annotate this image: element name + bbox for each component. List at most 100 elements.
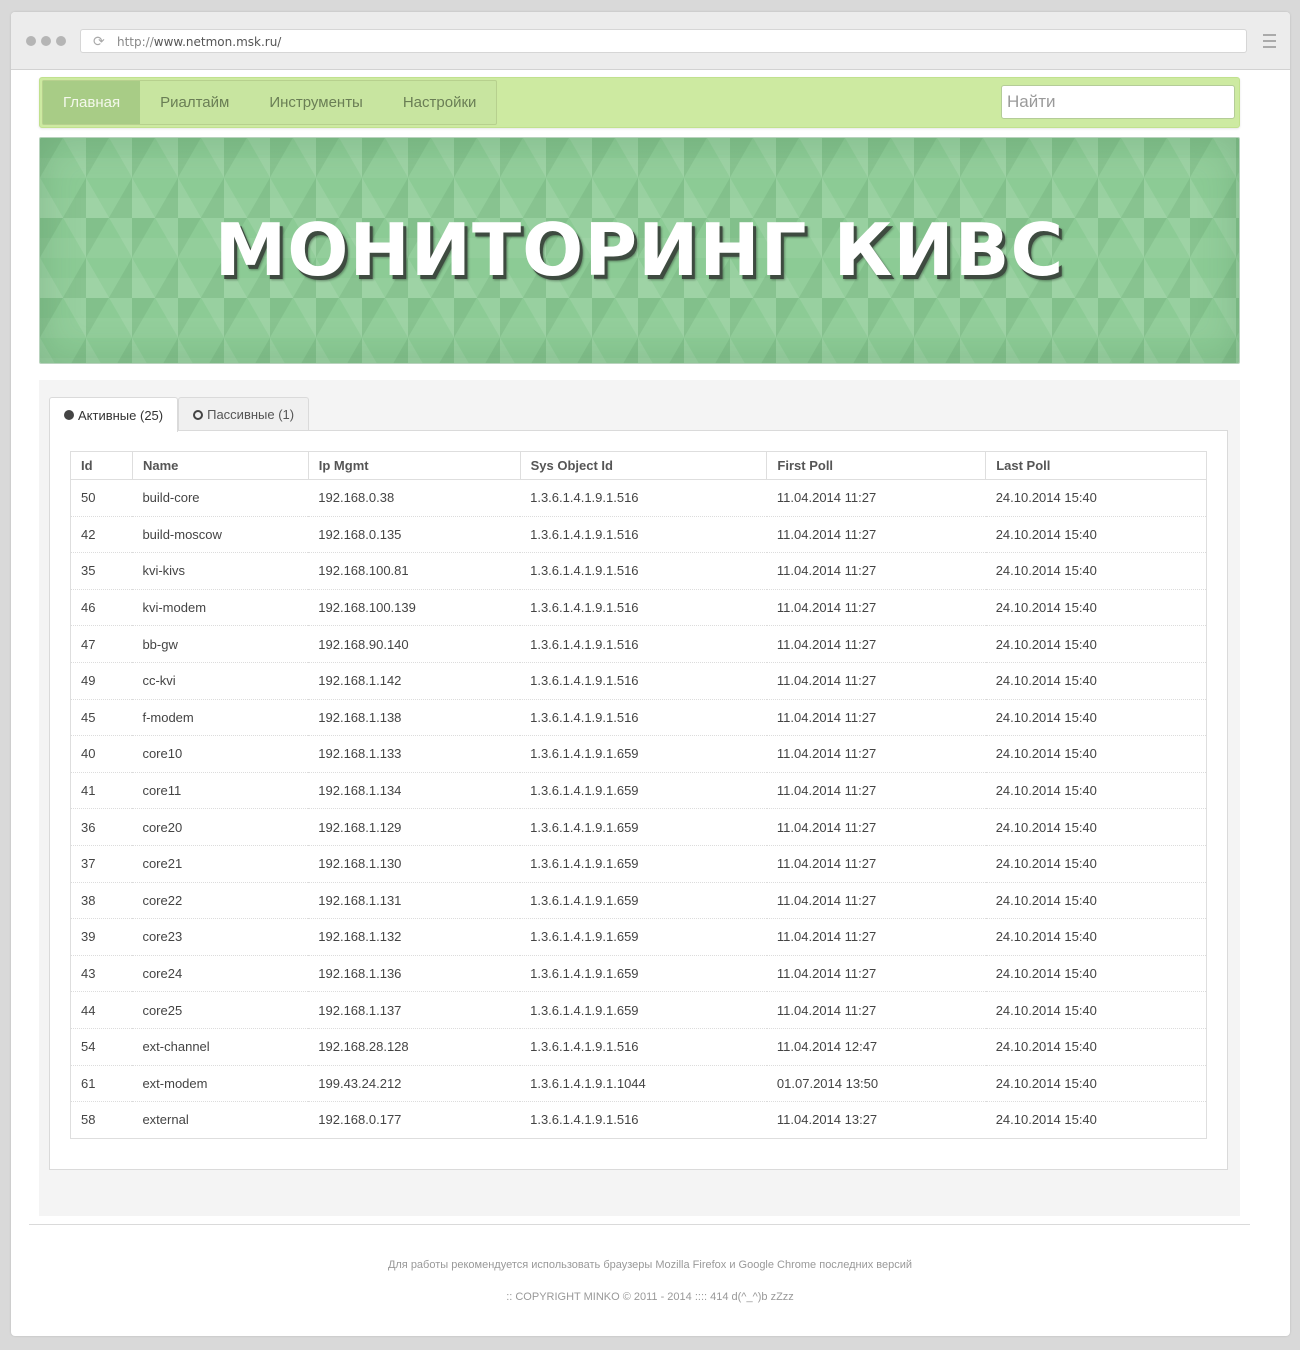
- table-row[interactable]: 40 core10 192.168.1.133 1.3.6.1.4.1.9.1.659…: [70, 735, 1207, 773]
- table-cell: 192.168.1.129: [308, 808, 521, 846]
- table-cell: ext-modem: [132, 1065, 309, 1103]
- table-row[interactable]: 47 bb-gw 192.168.90.140 1.3.6.1.4.1.9.1.516…: [70, 625, 1207, 663]
- table-cell: 11.04.2014 13:27: [766, 1101, 986, 1139]
- table-cell: 11.04.2014 12:47: [766, 1028, 986, 1066]
- table-cell: 24.10.2014 15:40: [985, 918, 1207, 956]
- table-row[interactable]: 45 f-modem 192.168.1.138 1.3.6.1.4.1.9.1.51…: [70, 699, 1207, 737]
- table-cell: 192.168.1.136: [308, 955, 521, 993]
- table-cell: 192.168.1.133: [308, 735, 521, 773]
- nav-item-home[interactable]: Главная: [43, 81, 141, 124]
- table-cell: 24.10.2014 15:40: [985, 552, 1207, 590]
- column-header[interactable]: Last Poll: [985, 451, 1207, 480]
- table-cell: 50: [70, 479, 133, 517]
- table-cell: build-moscow: [132, 516, 309, 554]
- table-cell: 24.10.2014 15:40: [985, 479, 1207, 517]
- nav-item-settings[interactable]: Настройки: [383, 81, 497, 124]
- table-cell: 192.168.100.139: [308, 589, 521, 627]
- table-cell: f-modem: [132, 699, 309, 737]
- table-cell: 1.3.6.1.4.1.9.1.516: [520, 552, 767, 590]
- nav-menu: Главная Риалтайм Инструменты Настройки: [42, 80, 498, 125]
- table-row[interactable]: 39 core23 192.168.1.132 1.3.6.1.4.1.9.1.659…: [70, 918, 1207, 956]
- table-cell: 24.10.2014 15:40: [985, 882, 1207, 920]
- table-row[interactable]: 50 build-core 192.168.0.38 1.3.6.1.4.1.9.1.…: [70, 479, 1207, 517]
- table-cell: 44: [70, 991, 133, 1029]
- nav-item-tools[interactable]: Инструменты: [249, 81, 383, 124]
- table-cell: 1.3.6.1.4.1.9.1.659: [520, 772, 767, 810]
- tab-active-devices[interactable]: Активные (25): [49, 397, 179, 432]
- browser-menu-icon[interactable]: [1263, 34, 1276, 48]
- table-row[interactable]: 44 core25 192.168.1.137 1.3.6.1.4.1.9.1.659…: [70, 991, 1207, 1029]
- table-row[interactable]: 42 build-moscow 192.168.0.135 1.3.6.1.4.1.9…: [70, 516, 1207, 554]
- banner-title: МОНИТОРИНГ КИВС: [214, 208, 1065, 292]
- table-cell: 42: [70, 516, 133, 554]
- table-row[interactable]: 54 ext-channel 192.168.28.128 1.3.6.1.4.1.9…: [70, 1028, 1207, 1066]
- table-cell: 11.04.2014 11:27: [766, 918, 986, 956]
- table-cell: 11.04.2014 11:27: [766, 882, 986, 920]
- table-cell: 36: [70, 808, 133, 846]
- table-cell: 192.168.28.128: [308, 1028, 521, 1066]
- table-cell: 24.10.2014 15:40: [985, 1101, 1207, 1139]
- top-navbar: Главная Риалтайм Инструменты Настройки: [39, 77, 1240, 128]
- table-cell: 11.04.2014 11:27: [766, 516, 986, 554]
- footer-divider: [29, 1224, 1250, 1225]
- table-cell: build-core: [132, 479, 309, 517]
- table-row[interactable]: 36 core20 192.168.1.129 1.3.6.1.4.1.9.1.659…: [70, 808, 1207, 846]
- table-cell: cc-kvi: [132, 662, 309, 700]
- column-header[interactable]: Name: [131, 451, 309, 480]
- table-cell: 1.3.6.1.4.1.9.1.659: [520, 955, 767, 993]
- table-cell: 192.168.0.38: [308, 479, 521, 517]
- tab-panel: Id Name Ip Mgmt Sys Object Id First Poll Last…: [49, 430, 1228, 1170]
- table-row[interactable]: 49 cc-kvi 192.168.1.142 1.3.6.1.4.1.9.1.516…: [70, 662, 1207, 700]
- column-header[interactable]: Sys Object Id: [519, 451, 768, 480]
- table-header-row: Id Name Ip Mgmt Sys Object Id First Poll Last…: [70, 451, 1207, 480]
- address-bar[interactable]: ⟳ http://www.netmon.msk.ru/: [80, 29, 1247, 53]
- table-cell: 1.3.6.1.4.1.9.1.516: [520, 699, 767, 737]
- table-cell: 11.04.2014 11:27: [766, 772, 986, 810]
- table-cell: 192.168.100.81: [308, 552, 521, 590]
- table-cell: 24.10.2014 15:40: [985, 516, 1207, 554]
- table-cell: 24.10.2014 15:40: [985, 1065, 1207, 1103]
- reload-icon[interactable]: ⟳: [93, 33, 105, 50]
- window-controls[interactable]: [26, 36, 66, 46]
- url-text: http://www.netmon.msk.ru/: [117, 35, 282, 49]
- table-cell: 35: [70, 552, 133, 590]
- table-row[interactable]: 61 ext-modem 199.43.24.212 1.3.6.1.4.1.9.1.…: [70, 1065, 1207, 1103]
- table-row[interactable]: 38 core22 192.168.1.131 1.3.6.1.4.1.9.1.659…: [70, 882, 1207, 920]
- table-row[interactable]: 41 core11 192.168.1.134 1.3.6.1.4.1.9.1.659…: [70, 772, 1207, 810]
- table-row[interactable]: 43 core24 192.168.1.136 1.3.6.1.4.1.9.1.659…: [70, 955, 1207, 993]
- table-row[interactable]: 46 kvi-modem 192.168.100.139 1.3.6.1.4.1.9.…: [70, 589, 1207, 627]
- table-cell: 11.04.2014 11:27: [766, 955, 986, 993]
- table-cell: 192.168.1.132: [308, 918, 521, 956]
- table-cell: core24: [132, 955, 309, 993]
- table-cell: 1.3.6.1.4.1.9.1.516: [520, 1101, 767, 1139]
- table-cell: 11.04.2014 11:27: [766, 845, 986, 883]
- table-cell: 38: [70, 882, 133, 920]
- table-cell: 40: [70, 735, 133, 773]
- tab-passive-devices[interactable]: Пассивные (1): [178, 397, 310, 431]
- column-header[interactable]: Id: [70, 451, 133, 480]
- table-row[interactable]: 35 kvi-kivs 192.168.100.81 1.3.6.1.4.1.9.1.…: [70, 552, 1207, 590]
- nav-item-realtime[interactable]: Риалтайм: [140, 81, 249, 124]
- table-cell: 45: [70, 699, 133, 737]
- table-cell: 1.3.6.1.4.1.9.1.659: [520, 735, 767, 773]
- search-input[interactable]: [1001, 85, 1235, 119]
- table-cell: kvi-kivs: [132, 552, 309, 590]
- table-row[interactable]: 37 core21 192.168.1.130 1.3.6.1.4.1.9.1.659…: [70, 845, 1207, 883]
- table-cell: 24.10.2014 15:40: [985, 662, 1207, 700]
- column-header[interactable]: Ip Mgmt: [307, 451, 521, 480]
- table-cell: core22: [132, 882, 309, 920]
- table-cell: 43: [70, 955, 133, 993]
- table-cell: 192.168.1.142: [308, 662, 521, 700]
- table-body: 50 build-core 192.168.0.38 1.3.6.1.4.1.9.1.…: [70, 479, 1207, 1139]
- column-header[interactable]: First Poll: [766, 451, 987, 480]
- table-cell: core11: [132, 772, 309, 810]
- table-cell: kvi-modem: [132, 589, 309, 627]
- table-cell: external: [132, 1101, 309, 1139]
- table-cell: 11.04.2014 11:27: [766, 808, 986, 846]
- table-row[interactable]: 58 external 192.168.0.177 1.3.6.1.4.1.9.1.5…: [70, 1101, 1207, 1139]
- tab-label: Активные (25): [78, 407, 164, 423]
- table-cell: 1.3.6.1.4.1.9.1.516: [520, 662, 767, 700]
- table-cell: 11.04.2014 11:27: [766, 479, 986, 517]
- table-cell: 24.10.2014 15:40: [985, 991, 1207, 1029]
- table-cell: 24.10.2014 15:40: [985, 589, 1207, 627]
